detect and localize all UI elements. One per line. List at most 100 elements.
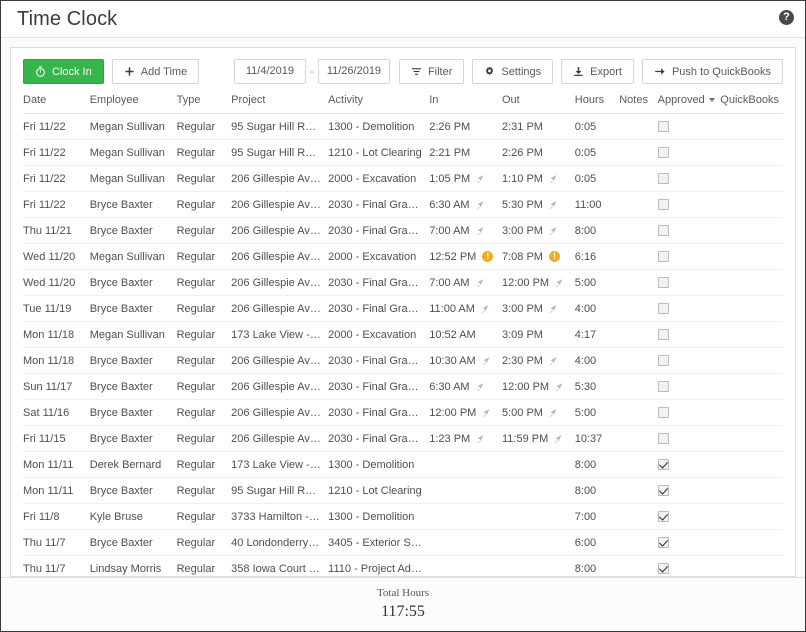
cell-approved[interactable] (657, 113, 721, 140)
approved-checkbox[interactable] (657, 225, 669, 237)
cell-in[interactable]: 2:26 PM (429, 113, 502, 140)
column-header-quickbooks[interactable]: QuickBooks (720, 94, 783, 114)
cell-out[interactable]: 12:00 PM (502, 269, 575, 296)
table-row[interactable]: Wed 11/20 Bryce Baxter Regular 206 Gillespi… (23, 269, 783, 296)
approved-checkbox[interactable] (657, 147, 669, 159)
cell-in[interactable] (429, 503, 502, 530)
approved-checkbox[interactable] (657, 355, 669, 367)
cell-out[interactable]: 2:31 PM (502, 113, 575, 140)
cell-in[interactable]: 6:30 AM (429, 191, 502, 218)
cell-out[interactable] (502, 503, 575, 530)
table-row[interactable]: Fri 11/15 Bryce Baxter Regular 206 Gillespi… (23, 425, 783, 452)
table-row[interactable]: Fri 11/22 Megan Sullivan Regular 95 Sugar H… (23, 113, 783, 140)
table-row[interactable]: Sun 11/17 Bryce Baxter Regular 206 Gillespi… (23, 373, 783, 400)
clock-in-button[interactable]: Clock In (23, 59, 104, 84)
cell-approved[interactable] (657, 243, 721, 270)
cell-approved[interactable] (657, 191, 721, 218)
cell-approved[interactable] (657, 165, 721, 192)
settings-button[interactable]: Settings (472, 59, 554, 84)
cell-out[interactable]: 3:09 PM (502, 321, 575, 348)
cell-out[interactable]: 3:00 PM (502, 295, 575, 322)
column-header-type[interactable]: Type (176, 94, 232, 114)
column-header-employee[interactable]: Employee (89, 94, 177, 114)
cell-approved[interactable] (657, 425, 721, 452)
cell-in[interactable]: 2:21 PM (429, 139, 502, 166)
cell-out[interactable]: 3:00 PM (502, 217, 575, 244)
approved-checkbox[interactable] (657, 459, 669, 471)
column-header-notes[interactable]: Notes (619, 94, 658, 114)
cell-out[interactable] (502, 529, 575, 556)
column-header-hours[interactable]: Hours (574, 94, 620, 114)
cell-out[interactable] (502, 477, 575, 504)
cell-in[interactable]: 10:30 AM (429, 347, 502, 374)
cell-approved[interactable] (657, 451, 721, 478)
add-time-button[interactable]: Add Time (111, 59, 200, 84)
table-row[interactable]: Fri 11/22 Megan Sullivan Regular 206 Gilles… (23, 165, 783, 192)
cell-out[interactable]: 7:08 PM! (502, 243, 575, 270)
cell-approved[interactable] (657, 295, 721, 322)
approved-checkbox[interactable] (657, 381, 669, 393)
column-header-approved[interactable]: Approved (657, 94, 721, 114)
table-row[interactable]: Mon 11/18 Megan Sullivan Regular 173 Lake V… (23, 321, 783, 348)
cell-in[interactable]: 12:00 PM (429, 399, 502, 426)
cell-out[interactable]: 2:30 PM (502, 347, 575, 374)
export-button[interactable]: Export (561, 59, 634, 84)
cell-in[interactable]: 1:23 PM (429, 425, 502, 452)
table-row[interactable]: Fri 11/22 Bryce Baxter Regular 206 Gillespi… (23, 191, 783, 218)
approved-checkbox[interactable] (657, 173, 669, 185)
cell-in[interactable]: 7:00 AM (429, 269, 502, 296)
cell-out[interactable]: 5:30 PM (502, 191, 575, 218)
cell-approved[interactable] (657, 399, 721, 426)
table-row[interactable]: Mon 11/11 Bryce Baxter Regular 95 Sugar Hil… (23, 477, 783, 504)
table-row[interactable]: Wed 11/20 Megan Sullivan Regular 206 Gilles… (23, 243, 783, 270)
cell-approved[interactable] (657, 321, 721, 348)
column-header-project[interactable]: Project (231, 94, 329, 114)
cell-in[interactable]: 11:00 AM (429, 295, 502, 322)
table-row[interactable]: Tue 11/19 Bryce Baxter Regular 206 Gillespi… (23, 295, 783, 322)
cell-out[interactable]: 2:26 PM (502, 139, 575, 166)
approved-checkbox[interactable] (657, 511, 669, 523)
approved-checkbox[interactable] (657, 329, 669, 341)
cell-approved[interactable] (657, 503, 721, 530)
approved-checkbox[interactable] (657, 277, 669, 289)
approved-checkbox[interactable] (657, 251, 669, 263)
approved-checkbox[interactable] (657, 433, 669, 445)
cell-in[interactable] (429, 477, 502, 504)
cell-approved[interactable] (657, 529, 721, 556)
cell-out[interactable]: 12:00 PM (502, 373, 575, 400)
approved-checkbox[interactable] (657, 485, 669, 497)
column-header-out[interactable]: Out (502, 94, 575, 114)
approved-checkbox[interactable] (657, 563, 669, 575)
cell-out[interactable]: 11:59 PM (502, 425, 575, 452)
cell-approved[interactable] (657, 477, 721, 504)
column-header-in[interactable]: In (429, 94, 502, 114)
cell-approved[interactable] (657, 139, 721, 166)
cell-in[interactable] (429, 529, 502, 556)
approved-checkbox[interactable] (657, 537, 669, 549)
filter-button[interactable]: Filter (398, 59, 465, 84)
cell-in[interactable]: 12:52 PM! (429, 243, 502, 270)
cell-approved[interactable] (657, 373, 721, 400)
approved-checkbox[interactable] (657, 303, 669, 315)
approved-checkbox[interactable] (657, 199, 669, 211)
date-to-input[interactable]: 11/26/2019 (317, 59, 390, 84)
column-header-activity[interactable]: Activity (328, 94, 430, 114)
table-row[interactable]: Fri 11/8 Kyle Bruse Regular 3733 Hamilton -… (23, 503, 783, 530)
table-row[interactable]: Mon 11/11 Derek Bernard Regular 173 Lake Vi… (23, 451, 783, 478)
cell-approved[interactable] (657, 555, 721, 576)
column-header-date[interactable]: Date (23, 94, 90, 114)
cell-out[interactable]: 5:00 PM (502, 399, 575, 426)
cell-in[interactable]: 1:05 PM (429, 165, 502, 192)
cell-in[interactable] (429, 555, 502, 576)
cell-out[interactable] (502, 451, 575, 478)
cell-out[interactable] (502, 555, 575, 576)
table-row[interactable]: Thu 11/7 Bryce Baxter Regular 40 Londonderr… (23, 529, 783, 556)
date-from-input[interactable]: 11/4/2019 (233, 59, 306, 84)
cell-in[interactable] (429, 451, 502, 478)
approved-checkbox[interactable] (657, 407, 669, 419)
table-row[interactable]: Sat 11/16 Bryce Baxter Regular 206 Gillespi… (23, 399, 783, 426)
question-mark-circle-icon[interactable]: ? (779, 10, 794, 25)
warning-icon[interactable]: ! (482, 251, 494, 262)
table-row[interactable]: Fri 11/22 Megan Sullivan Regular 95 Sugar H… (23, 139, 783, 166)
cell-in[interactable]: 6:30 AM (429, 373, 502, 400)
